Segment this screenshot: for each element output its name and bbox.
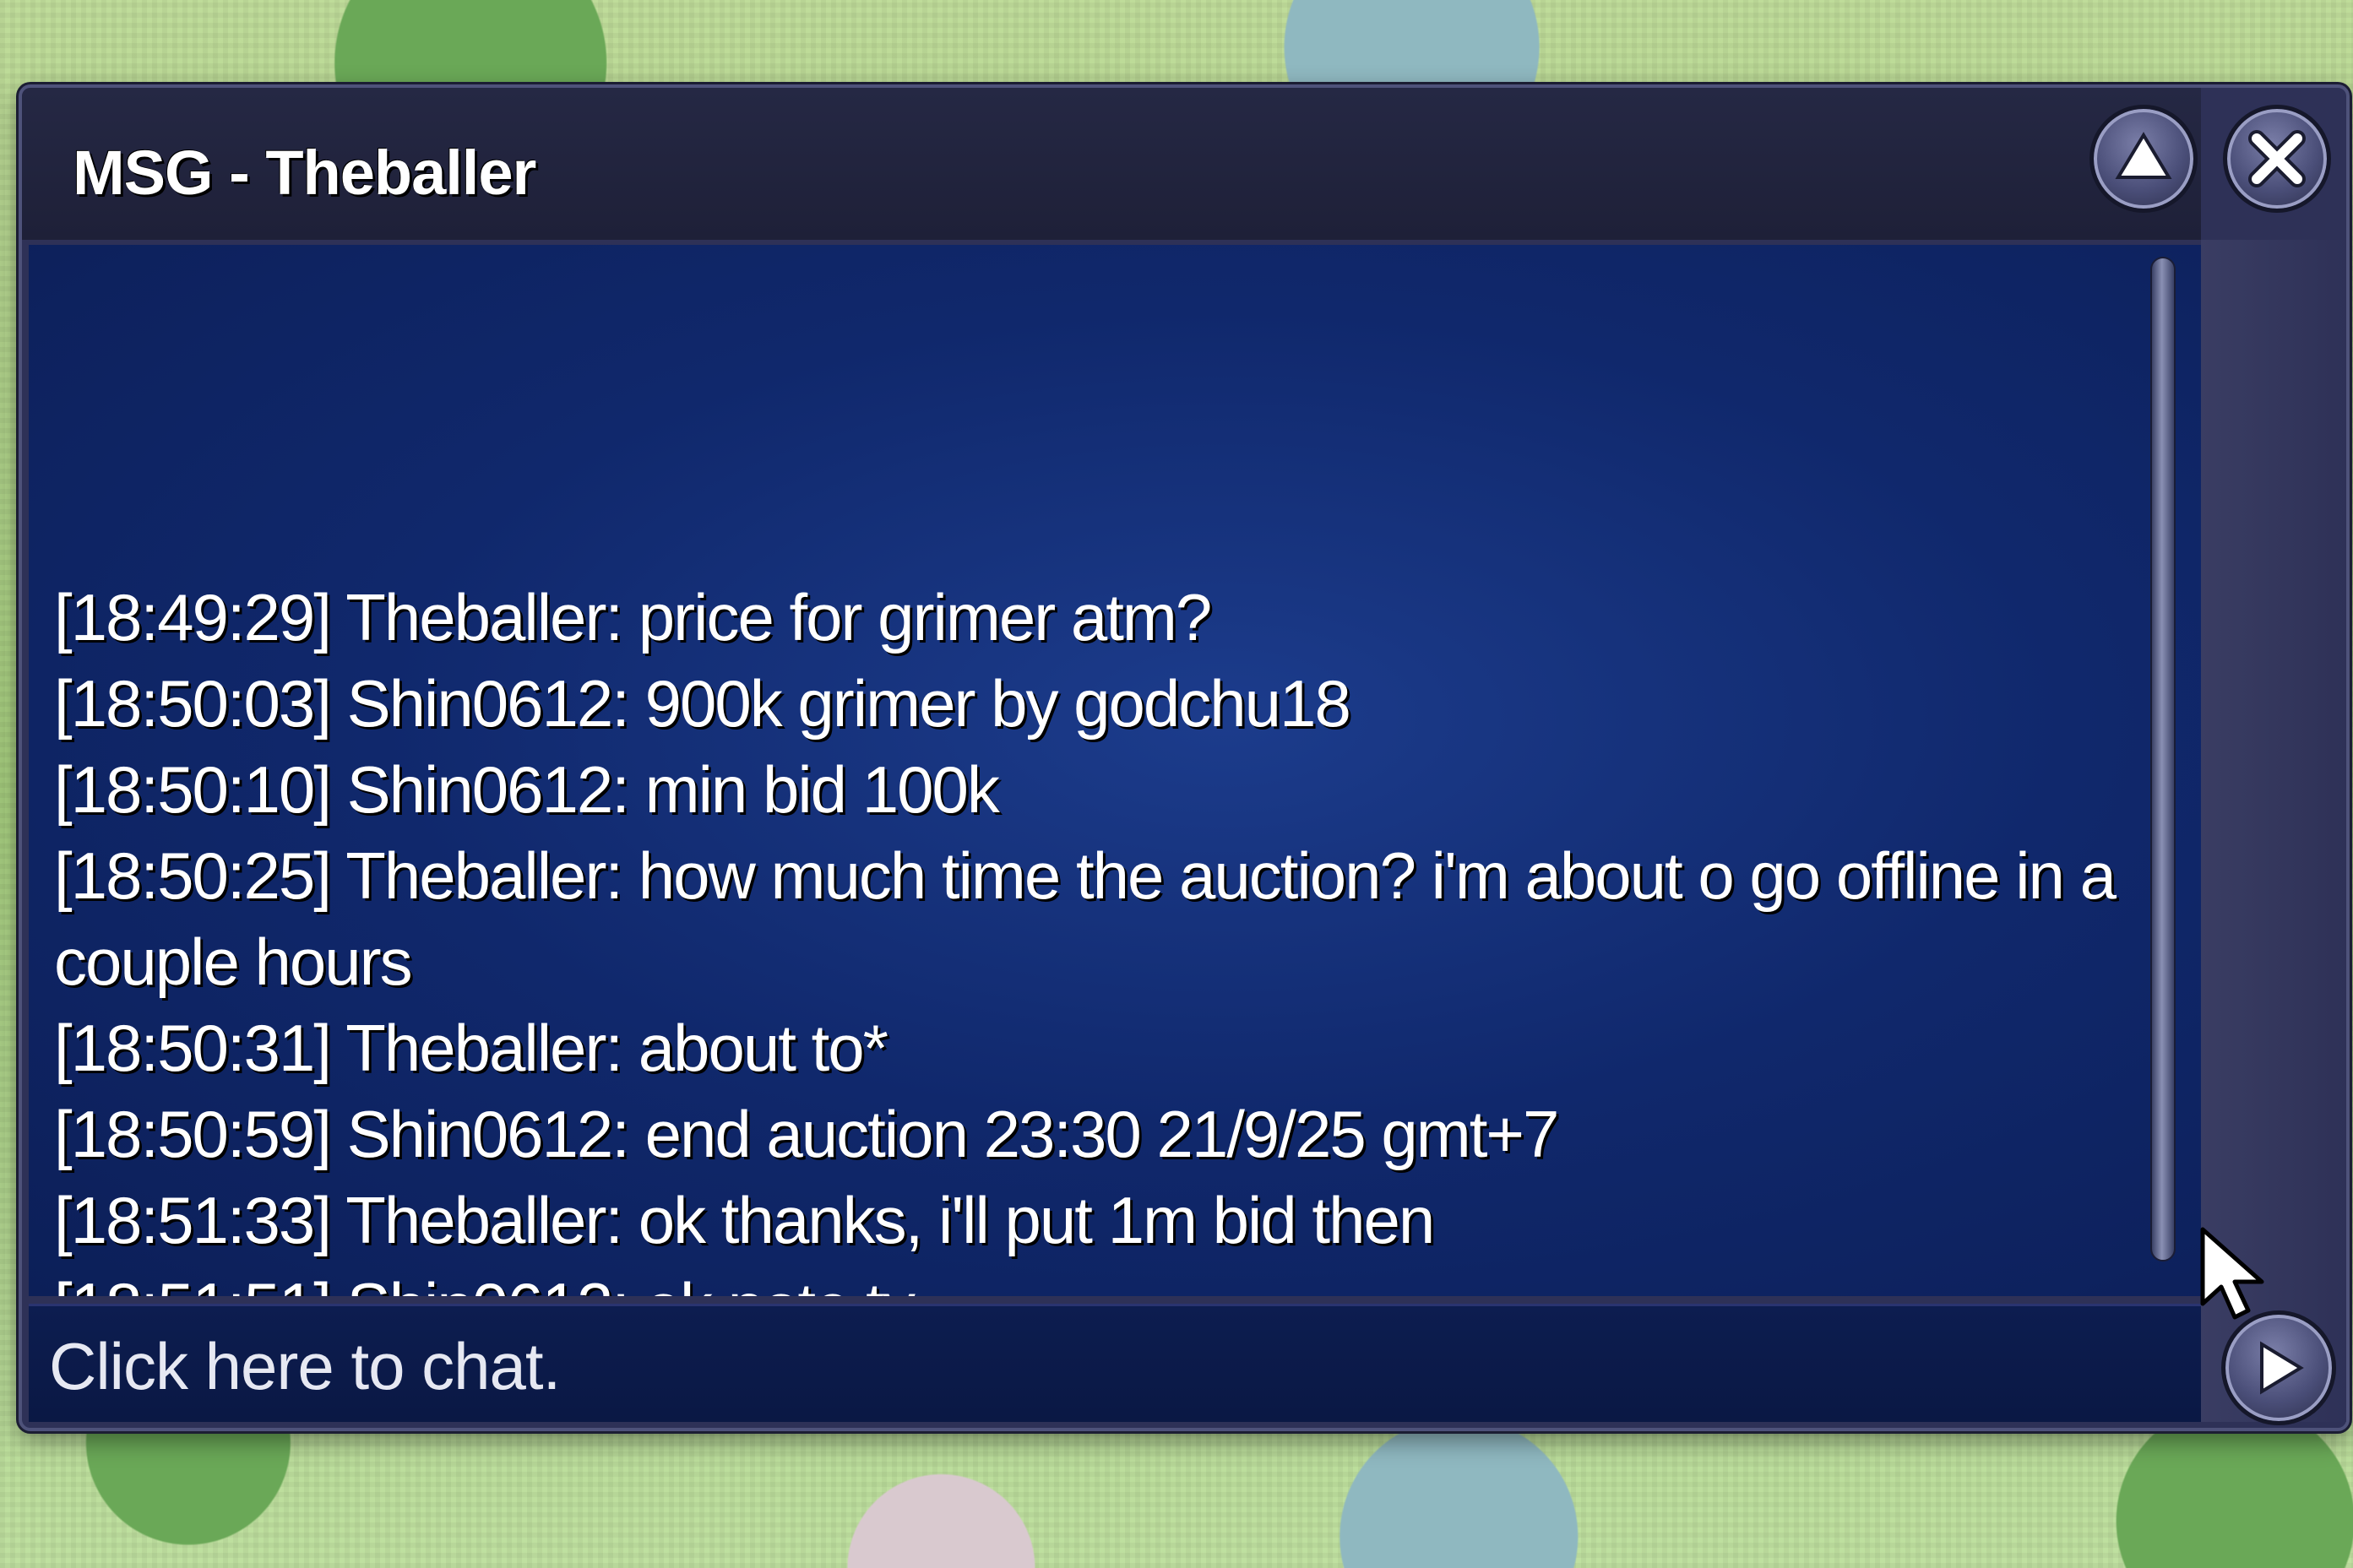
message-time: [18:50:59] <box>54 1097 332 1171</box>
message-line: [18:50:25] Theballer: how much time the … <box>54 833 2117 1005</box>
message-log[interactable]: [18:49:29] Theballer: price for grimer a… <box>29 245 2201 1296</box>
message-text: Theballer: ok thanks, i'll put 1m bid th… <box>345 1183 1435 1257</box>
message-text: Shin0612: 900k grimer by godchu18 <box>346 666 1351 741</box>
message-line: [18:51:51] Shin0612: ok note ty <box>54 1263 2115 1296</box>
message-text: Shin0612: ok note ty <box>347 1269 916 1296</box>
close-button[interactable] <box>2223 105 2331 213</box>
message-text: Shin0612: min bid 100k <box>346 752 1000 827</box>
window-title: MSG - Theballer <box>73 138 536 208</box>
send-button[interactable] <box>2221 1310 2336 1425</box>
message-list: [18:49:29] Theballer: price for grimer a… <box>54 574 2117 1296</box>
message-line: [18:50:03] Shin0612: 900k grimer by godc… <box>54 660 2115 746</box>
scrollbar-thumb[interactable] <box>2150 257 2176 1261</box>
message-text: Theballer: price for grimer atm? <box>345 580 1212 654</box>
message-line: [18:51:33] Theballer: ok thanks, i'll pu… <box>54 1177 2115 1263</box>
message-text: Theballer: how much time the auction? i'… <box>54 838 2117 999</box>
chat-input-placeholder: Click here to chat. <box>49 1329 561 1403</box>
triangle-right-icon <box>2260 1341 2304 1395</box>
message-time: [18:49:29] <box>54 580 332 654</box>
minimize-button[interactable] <box>2089 105 2198 213</box>
message-line: [18:50:59] Shin0612: end auction 23:30 2… <box>54 1091 2115 1177</box>
message-line: [18:50:31] Theballer: about to* <box>54 1005 2115 1091</box>
message-line: [18:49:29] Theballer: price for grimer a… <box>54 574 2115 660</box>
close-x-icon <box>2248 130 2306 187</box>
message-time: [18:51:51] <box>54 1269 332 1296</box>
message-text: Theballer: about to* <box>345 1011 888 1085</box>
message-time: [18:50:31] <box>54 1011 332 1085</box>
message-line: [18:50:10] Shin0612: min bid 100k <box>54 746 2115 833</box>
chat-input[interactable]: Click here to chat. <box>29 1304 2201 1422</box>
message-time: [18:50:25] <box>54 838 332 913</box>
triangle-up-icon <box>2115 132 2172 179</box>
message-time: [18:50:03] <box>54 666 332 741</box>
message-text: Shin0612: end auction 23:30 21/9/25 gmt+… <box>346 1097 1560 1171</box>
chat-window: MSG - Theballer [18:49:29] Theballer: pr… <box>19 84 2350 1431</box>
mouse-cursor-icon <box>2200 1227 2264 1320</box>
message-time: [18:51:33] <box>54 1183 332 1257</box>
title-bar[interactable]: MSG - Theballer <box>22 88 2201 240</box>
scrollbar[interactable] <box>2147 257 2181 1261</box>
message-time: [18:50:10] <box>54 752 332 827</box>
